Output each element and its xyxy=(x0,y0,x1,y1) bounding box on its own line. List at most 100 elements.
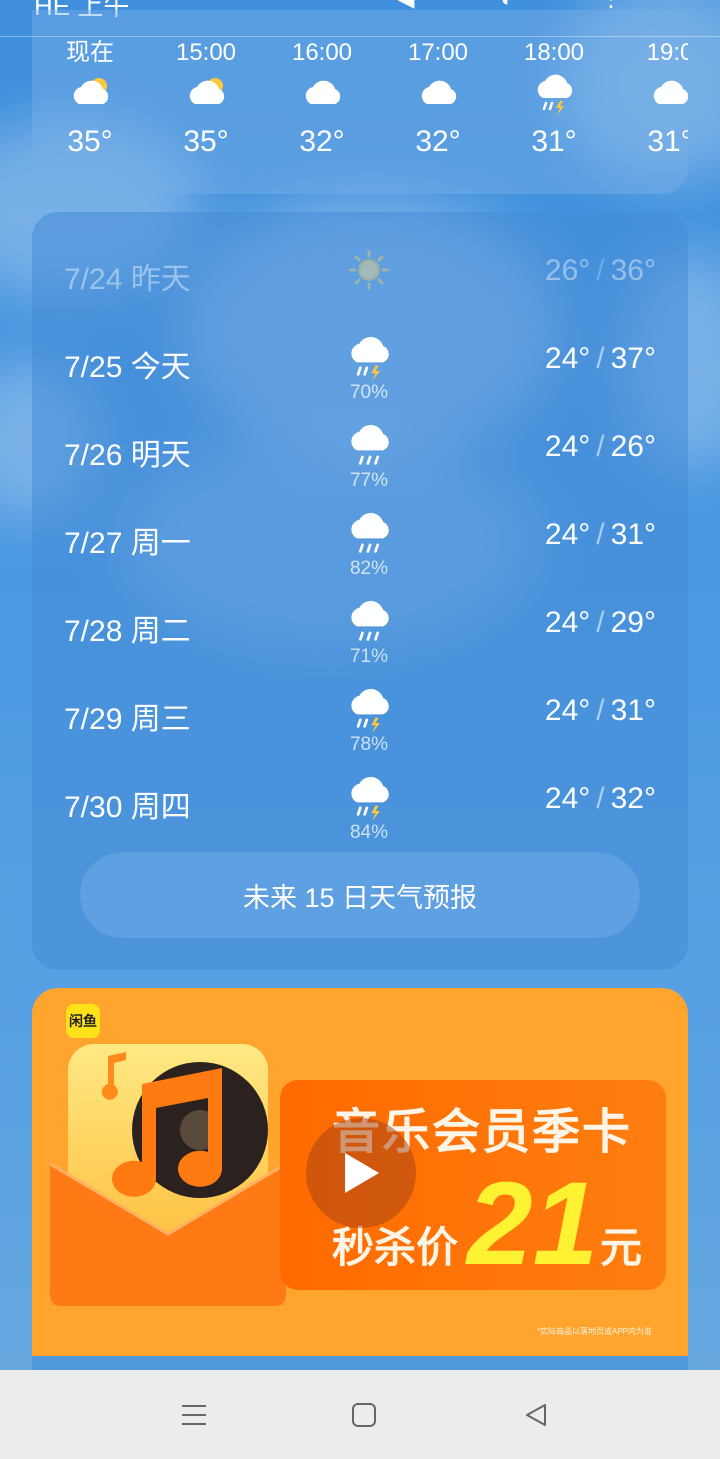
temp-high: 37° xyxy=(610,342,656,375)
temp-low: 24° xyxy=(544,606,591,639)
day-row[interactable]: 7/28 周二 71% 24°/29° xyxy=(32,582,688,670)
day-weather-icon-wrap xyxy=(344,334,394,382)
day-temp-range: 24°/29° xyxy=(545,606,656,640)
ad-price-unit: 元 xyxy=(600,1224,643,1271)
daily-forecast-card: 7/30 周四 84% 24°/32° 7/29 周三 78% 24°/31° 7/28 周… xyxy=(32,212,688,970)
back-button[interactable] xyxy=(516,1398,556,1432)
rain-icon xyxy=(351,600,389,641)
day-temp-range: 24°/26° xyxy=(545,430,656,464)
precip-chance: 78% xyxy=(349,734,389,755)
cloudy-icon xyxy=(421,80,457,104)
hour-column: 17:00 32° xyxy=(380,38,496,162)
temp-separator: / xyxy=(596,342,605,375)
hourly-forecast-card[interactable]: 现在 35° 15:00 35° 16:00 32° 17:00 32° 18:00 31° 19:… xyxy=(32,10,688,194)
thunderstorm-icon xyxy=(537,74,573,115)
hour-time: 19:0 xyxy=(646,39,688,66)
forecast-15-day-button[interactable]: 未来 15 日天气预报 xyxy=(80,852,640,938)
hour-column: 16:00 32° xyxy=(264,38,380,162)
partly-cloudy-icon xyxy=(73,78,109,104)
hour-column: 15:00 35° xyxy=(148,38,264,162)
hour-time: 17:00 xyxy=(407,39,469,66)
card-strip xyxy=(32,1356,688,1370)
rain-icon xyxy=(351,424,389,465)
temp-low: 24° xyxy=(544,518,591,551)
divider xyxy=(0,36,720,37)
day-row[interactable]: 7/29 周三 78% 24°/31° xyxy=(32,670,688,758)
day-date: 7/28 周二 xyxy=(64,615,191,648)
temp-high: 31° xyxy=(610,518,656,551)
thunderstorm-icon xyxy=(351,688,389,733)
day-row[interactable]: 7/27 周一 82% 24°/31° xyxy=(32,494,688,582)
day-date: 7/30 周四 xyxy=(64,791,191,824)
thunderstorm-icon xyxy=(351,776,389,821)
temp-high: 32° xyxy=(610,782,656,815)
hour-time: 16:00 xyxy=(291,39,353,66)
hour-temp: 35° xyxy=(67,125,113,158)
thunderstorm-icon xyxy=(351,336,389,381)
day-weather-icon-wrap xyxy=(344,510,394,558)
music-envelope-illustration xyxy=(50,1044,286,1306)
day-temp-range: 24°/31° xyxy=(545,694,656,728)
temp-separator: / xyxy=(596,518,605,551)
temp-high: 29° xyxy=(610,606,656,639)
temp-high: 31° xyxy=(610,694,656,727)
hour-weather-icon-wrap xyxy=(148,68,264,120)
cloudy-icon xyxy=(305,80,341,104)
day-weather-icon-wrap xyxy=(344,774,394,822)
temp-separator: / xyxy=(596,782,605,815)
day-date: 7/26 明天 xyxy=(64,439,191,472)
home-button[interactable] xyxy=(344,1398,384,1432)
hour-weather-icon-wrap xyxy=(264,68,380,120)
hour-temp: 32° xyxy=(299,125,345,158)
hour-temp: 32° xyxy=(415,125,461,158)
back-triangle-icon xyxy=(526,1404,546,1426)
day-row[interactable]: 7/26 明天 77% 24°/26° xyxy=(32,406,688,494)
hour-column: 19:0 31° xyxy=(612,38,688,162)
hour-temp: 35° xyxy=(183,125,229,158)
play-button[interactable] xyxy=(306,1118,416,1228)
day-row[interactable]: 7/24 昨天 26°/36° xyxy=(32,230,688,318)
partly-cloudy-icon xyxy=(189,78,225,104)
hour-weather-icon-wrap xyxy=(496,68,612,120)
temp-separator: / xyxy=(596,606,605,639)
xianyu-logo: 闲鱼 xyxy=(66,1004,100,1038)
hour-weather-icon-wrap xyxy=(380,68,496,120)
hour-temp: 31° xyxy=(647,125,688,158)
temp-low: 24° xyxy=(544,782,591,815)
ad-banner[interactable]: 闲鱼 音乐会员季卡 秒杀价 21 元 *实际商品以落地页或APP内为准 xyxy=(32,988,688,1356)
menu-button[interactable] xyxy=(174,1398,214,1432)
hour-column: 18:00 31° xyxy=(496,38,612,162)
hour-column: 现在 35° xyxy=(32,38,148,162)
day-temp-range: 26°/36° xyxy=(545,254,656,288)
temp-separator: / xyxy=(596,694,605,727)
hour-time: 现在 xyxy=(66,39,114,66)
hour-time: 18:00 xyxy=(523,39,585,66)
temp-separator: / xyxy=(596,430,605,463)
day-row[interactable]: 7/30 周四 84% 24°/32° xyxy=(32,758,688,846)
temp-low: 26° xyxy=(544,254,591,287)
temp-low: 24° xyxy=(544,342,591,375)
home-square-icon xyxy=(352,1403,376,1427)
precip-chance: 84% xyxy=(349,822,389,843)
day-weather-icon-wrap xyxy=(344,246,394,294)
day-weather-icon-wrap xyxy=(344,686,394,734)
hour-weather-icon-wrap xyxy=(32,68,148,120)
day-temp-range: 24°/32° xyxy=(545,782,656,816)
navigation-bar xyxy=(0,1370,720,1459)
precip-chance: 70% xyxy=(349,382,389,403)
day-row[interactable]: 7/25 今天 70% 24°/37° xyxy=(32,318,688,406)
hour-temp: 31° xyxy=(531,125,577,158)
day-weather-icon-wrap xyxy=(344,598,394,646)
temp-low: 24° xyxy=(544,694,591,727)
ad-disclaimer: *实际商品以落地页或APP内为准 xyxy=(536,1327,652,1336)
play-icon xyxy=(345,1153,379,1193)
temp-separator: / xyxy=(596,254,605,287)
precip-chance: 71% xyxy=(349,646,389,667)
temp-high: 36° xyxy=(610,254,656,287)
day-weather-icon-wrap xyxy=(344,422,394,470)
temp-high: 26° xyxy=(610,430,656,463)
day-date: 7/24 昨天 xyxy=(64,263,191,296)
ad-price: 21 xyxy=(467,1158,599,1290)
precip-chance: 77% xyxy=(349,470,389,491)
day-date: 7/29 周三 xyxy=(64,703,191,736)
